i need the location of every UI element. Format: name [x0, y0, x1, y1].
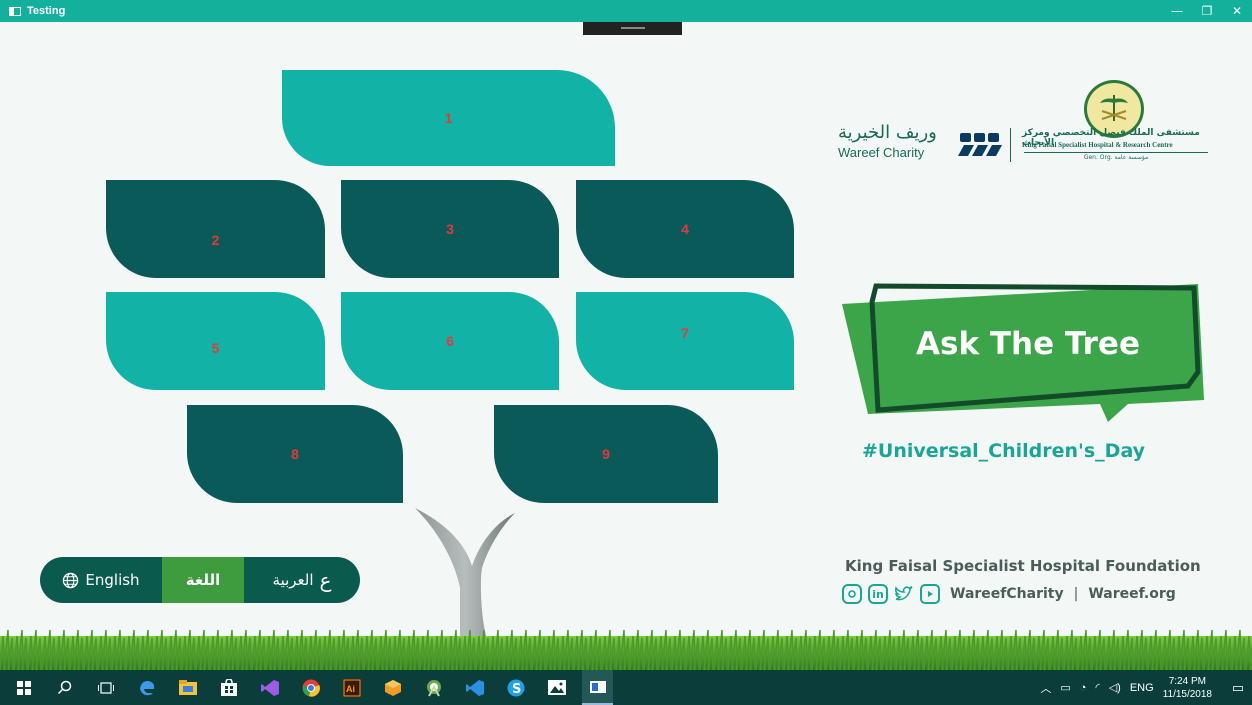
leaf-number: 6: [446, 333, 454, 349]
testing-app-icon[interactable]: [582, 670, 613, 705]
twitter-icon[interactable]: [894, 584, 914, 604]
kfsh-english-name: King Faisal Specialist Hospital & Resear…: [1022, 141, 1173, 149]
task-view-icon[interactable]: [90, 670, 121, 705]
store-icon[interactable]: [213, 670, 244, 705]
visual-studio-icon[interactable]: [254, 670, 285, 705]
wareef-english-name: Wareef Charity: [838, 145, 925, 160]
instagram-icon[interactable]: [842, 584, 862, 604]
taskbar: Ai S ︿ ▭ ◔ ◜ ◁) ENG 7:24 PM 11/15/2018 ▭: [0, 670, 1252, 705]
arabic-letter-icon: ع: [319, 568, 332, 592]
close-button[interactable]: ✕: [1222, 0, 1252, 22]
notification-icon[interactable]: ▭: [1224, 680, 1252, 696]
file-explorer-icon[interactable]: [172, 670, 203, 705]
drag-handle[interactable]: [583, 22, 682, 35]
android-studio-icon[interactable]: [418, 670, 449, 705]
photos-icon[interactable]: [541, 670, 572, 705]
leaf-8[interactable]: 8: [187, 405, 403, 503]
search-icon[interactable]: [49, 670, 80, 705]
leaf-1[interactable]: 1: [282, 70, 615, 166]
volume-icon[interactable]: ◁): [1109, 681, 1121, 694]
start-button[interactable]: [8, 670, 39, 705]
social-separator: |: [1073, 586, 1079, 602]
svg-text:S: S: [512, 682, 521, 697]
leaf-number: 8: [291, 446, 299, 462]
illustrator-icon[interactable]: Ai: [336, 670, 367, 705]
leaf-number: 1: [444, 110, 453, 126]
logo-divider: [1010, 128, 1011, 162]
leaf-2[interactable]: 2: [106, 180, 325, 278]
social-links: in WareefCharity | Wareef.org: [842, 582, 1176, 606]
system-tray: ︿ ▭ ◔ ◜ ◁) ENG 7:24 PM 11/15/2018 ▭: [1040, 670, 1252, 705]
arabic-button[interactable]: العربية ع: [244, 557, 360, 603]
window-titlebar[interactable]: Testing — ❐ ✕: [0, 0, 1252, 22]
english-button[interactable]: English: [40, 557, 162, 603]
clock-date: 11/15/2018: [1162, 688, 1212, 700]
leaf-number: 3: [446, 221, 454, 237]
tree-trunk: [415, 508, 515, 645]
youtube-icon[interactable]: [920, 584, 940, 604]
language-indicator[interactable]: ENG: [1130, 682, 1154, 694]
grass-strip: [0, 628, 1252, 670]
window-title: Testing: [27, 5, 66, 17]
leaf-5[interactable]: 5: [106, 292, 325, 390]
svg-text:Ai: Ai: [346, 684, 355, 694]
arabic-label: العربية: [272, 571, 314, 589]
ask-the-tree-title: Ask The Tree: [916, 326, 1140, 362]
leaf-number: 2: [211, 232, 220, 248]
wifi-icon[interactable]: ◜: [1095, 681, 1099, 694]
chevron-up-icon[interactable]: ︿: [1040, 680, 1051, 696]
leaf-7[interactable]: 7: [576, 292, 794, 390]
vs-code-icon[interactable]: [459, 670, 490, 705]
clock[interactable]: 7:24 PM 11/15/2018: [1163, 675, 1212, 701]
leaf-number: 7: [681, 325, 689, 341]
leaf-6[interactable]: 6: [341, 292, 559, 390]
language-toggle: English اللغة العربية ع: [40, 557, 360, 603]
package-icon[interactable]: [377, 670, 408, 705]
foundation-name: King Faisal Specialist Hospital Foundati…: [845, 557, 1201, 575]
english-label: English: [85, 571, 140, 589]
chrome-icon[interactable]: [295, 670, 326, 705]
globe-icon: [63, 572, 79, 588]
app-icon: [9, 6, 21, 16]
minimize-button[interactable]: —: [1162, 0, 1192, 22]
wareef-logo-icon: [958, 133, 1002, 156]
leaf-4[interactable]: 4: [576, 180, 794, 278]
logo-block: وريف الخيرية Wareef Charity مستشفى الملك…: [838, 80, 1210, 170]
leaf-3[interactable]: 3: [341, 180, 559, 278]
network-icon[interactable]: ◔: [1080, 682, 1087, 694]
clock-time: 7:24 PM: [1168, 675, 1206, 687]
leaf-number: 5: [211, 340, 220, 356]
leaf-number: 9: [602, 446, 610, 462]
social-handle[interactable]: WareefCharity: [950, 586, 1064, 602]
linkedin-icon[interactable]: in: [868, 584, 888, 604]
maximize-button[interactable]: ❐: [1192, 0, 1222, 22]
wareef-arabic-name: وريف الخيرية: [838, 122, 937, 143]
kfsh-org-label: Gen. Org. مؤسسة عامة: [1024, 152, 1208, 161]
language-label: اللغة: [162, 557, 244, 603]
ask-the-tree-sign: Ask The Tree: [838, 282, 1210, 422]
leaf-number: 4: [681, 221, 689, 237]
battery-icon[interactable]: ▭: [1060, 681, 1070, 694]
leaf-9[interactable]: 9: [494, 405, 718, 503]
hashtag-text: #Universal_Children's_Day: [862, 440, 1146, 462]
website-link[interactable]: Wareef.org: [1088, 586, 1175, 602]
edge-icon[interactable]: [131, 670, 162, 705]
window-controls: — ❐ ✕: [1162, 0, 1252, 22]
skype-icon[interactable]: S: [500, 670, 531, 705]
